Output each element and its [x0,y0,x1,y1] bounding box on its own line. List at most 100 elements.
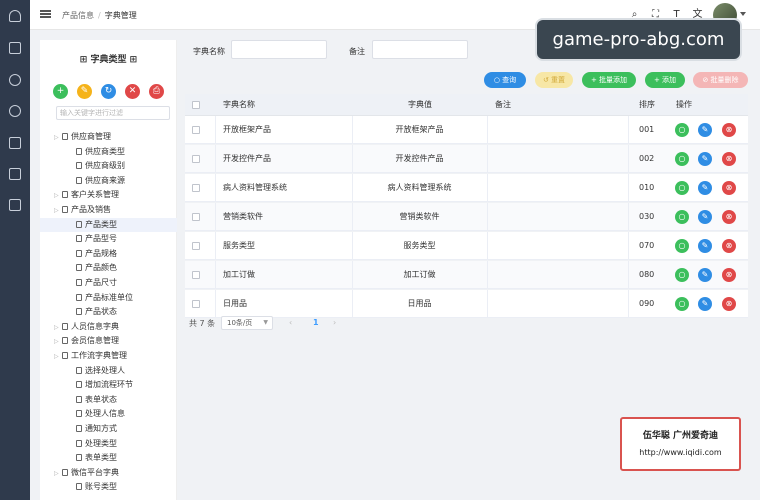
tree-node[interactable]: 产品规格 [40,247,177,261]
row-checkbox[interactable] [192,126,200,134]
credit-url[interactable]: http://www.iqidi.com [622,448,739,457]
delete-icon[interactable]: ⊗ [722,239,736,253]
tree-node[interactable]: 供应商来源 [40,174,177,188]
next-page-icon[interactable]: › [333,318,336,327]
edit-icon[interactable]: ✎ [698,152,712,166]
tree-node[interactable]: 表单类型 [40,451,177,465]
tree-search-input[interactable]: 输入关键字进行过滤 [56,106,170,120]
document-alt-icon[interactable] [9,168,21,180]
table-row[interactable]: 病人资料管理系统 病人资料管理系统 010 ○ ✎ ⊗ [185,174,748,202]
tree-delete-button[interactable]: ✕ [125,84,140,99]
row-checkbox[interactable] [192,242,200,250]
view-icon[interactable]: ○ [675,210,689,224]
dashboard-icon[interactable] [9,10,21,22]
tree-node[interactable]: ▷ 会员信息管理 [40,334,177,348]
note-input[interactable] [372,40,468,59]
tree-edit-button[interactable]: ✎ [77,84,92,99]
column-header-note[interactable]: 备注 [495,94,511,116]
settings-icon[interactable] [9,74,21,86]
table-icon[interactable] [9,199,21,211]
menu-toggle-icon[interactable] [40,10,51,18]
tree-node[interactable]: 产品标准单位 [40,291,177,305]
tree-refresh-button[interactable]: ↻ [101,84,116,99]
table-row[interactable]: 日用品 日用品 090 ○ ✎ ⊗ [185,290,748,318]
row-checkbox[interactable] [192,300,200,308]
delete-icon[interactable]: ⊗ [722,181,736,195]
edit-icon[interactable]: ✎ [698,239,712,253]
expand-icon[interactable]: ▷ [54,204,62,218]
view-icon[interactable]: ○ [675,152,689,166]
delete-icon[interactable]: ⊗ [722,210,736,224]
tree-export-button[interactable]: ⎙ [149,84,164,99]
tree-add-button[interactable]: + [53,84,68,99]
view-icon[interactable]: ○ [675,297,689,311]
edit-icon[interactable]: ✎ [698,210,712,224]
row-checkbox[interactable] [192,155,200,163]
row-checkbox[interactable] [192,213,200,221]
expand-icon[interactable]: ▷ [54,189,62,203]
table-row[interactable]: 加工订做 加工订做 080 ○ ✎ ⊗ [185,261,748,289]
tree-node[interactable]: 处理类型 [40,437,177,451]
tree-node[interactable]: 供应商类型 [40,145,177,159]
dict-name-input[interactable] [231,40,327,59]
breadcrumb-item-parent[interactable]: 产品信息 [62,11,94,20]
pagination-current-page[interactable]: 1 [313,318,319,327]
edit-icon[interactable]: ✎ [698,181,712,195]
expand-icon[interactable]: ▷ [54,131,62,145]
delete-icon[interactable]: ⊗ [722,152,736,166]
tree-node[interactable]: 产品尺寸 [40,276,177,290]
view-icon[interactable]: ○ [675,181,689,195]
column-header-value[interactable]: 字典值 [408,94,432,116]
page-size-select[interactable]: 10条/页 ▼ [221,316,273,330]
column-header-sort[interactable]: 排序 [639,94,655,116]
view-icon[interactable]: ○ [675,239,689,253]
tree-node[interactable]: ▷ 人员信息字典 [40,320,177,334]
tree-node[interactable]: ▷ 工作流字典管理 [40,349,177,363]
add-button[interactable]: + 添加 [645,72,685,88]
tree-node[interactable]: 增加流程环节 [40,378,177,392]
tree-node[interactable]: 产品型号 [40,232,177,246]
expand-icon[interactable]: ▷ [54,321,62,335]
expand-icon[interactable]: ▷ [54,467,62,481]
table-row[interactable]: 服务类型 服务类型 070 ○ ✎ ⊗ [185,232,748,260]
prev-page-icon[interactable]: ‹ [289,318,292,327]
view-icon[interactable]: ○ [675,123,689,137]
table-row[interactable]: 开发控件产品 开发控件产品 002 ○ ✎ ⊗ [185,145,748,173]
tree-node[interactable]: ▷ 产品及销售 [40,203,177,217]
delete-icon[interactable]: ⊗ [722,297,736,311]
tree-node[interactable]: 选择处理人 [40,364,177,378]
tree-node[interactable]: 产品类型 [40,217,177,232]
tree-node[interactable]: ▷ 供应商管理 [40,130,177,144]
table-row[interactable]: 开放框架产品 开放框架产品 001 ○ ✎ ⊗ [185,116,748,144]
view-icon[interactable]: ○ [675,268,689,282]
reset-button[interactable]: ↺ 重置 [535,72,573,88]
search-button[interactable]: ○ 查询 [484,72,526,88]
batch-add-button[interactable]: + 批量添加 [582,72,636,88]
row-checkbox[interactable] [192,271,200,279]
tree-node[interactable]: ▷ 客户关系管理 [40,188,177,202]
tree-node[interactable]: 产品颜色 [40,261,177,275]
tree-node[interactable]: 通知方式 [40,422,177,436]
edit-icon[interactable]: ✎ [698,297,712,311]
tree-node[interactable]: 处理人信息 [40,407,177,421]
tree-node[interactable]: 供应商级别 [40,159,177,173]
column-header-name[interactable]: 字典名称 [223,94,255,116]
expand-icon[interactable]: ▷ [54,335,62,349]
batch-delete-button[interactable]: ⊘ 批量删除 [693,72,748,88]
caret-down-icon[interactable] [740,12,746,16]
tree-node[interactable]: 账号类型 [40,480,177,494]
tree-node[interactable]: 产品状态 [40,305,177,319]
select-all-checkbox[interactable] [192,101,200,109]
expand-icon[interactable]: ▷ [54,350,62,364]
settings-alt-icon[interactable] [9,105,21,117]
delete-icon[interactable]: ⊗ [722,268,736,282]
row-checkbox[interactable] [192,184,200,192]
tree-node[interactable]: 表单状态 [40,393,177,407]
table-row[interactable]: 营销类软件 营销类软件 030 ○ ✎ ⊗ [185,203,748,231]
grid-icon[interactable] [9,42,21,54]
tree-node[interactable]: ▷ 微信平台字典 [40,466,177,480]
delete-icon[interactable]: ⊗ [722,123,736,137]
edit-icon[interactable]: ✎ [698,123,712,137]
edit-icon[interactable]: ✎ [698,268,712,282]
document-icon[interactable] [9,137,21,149]
